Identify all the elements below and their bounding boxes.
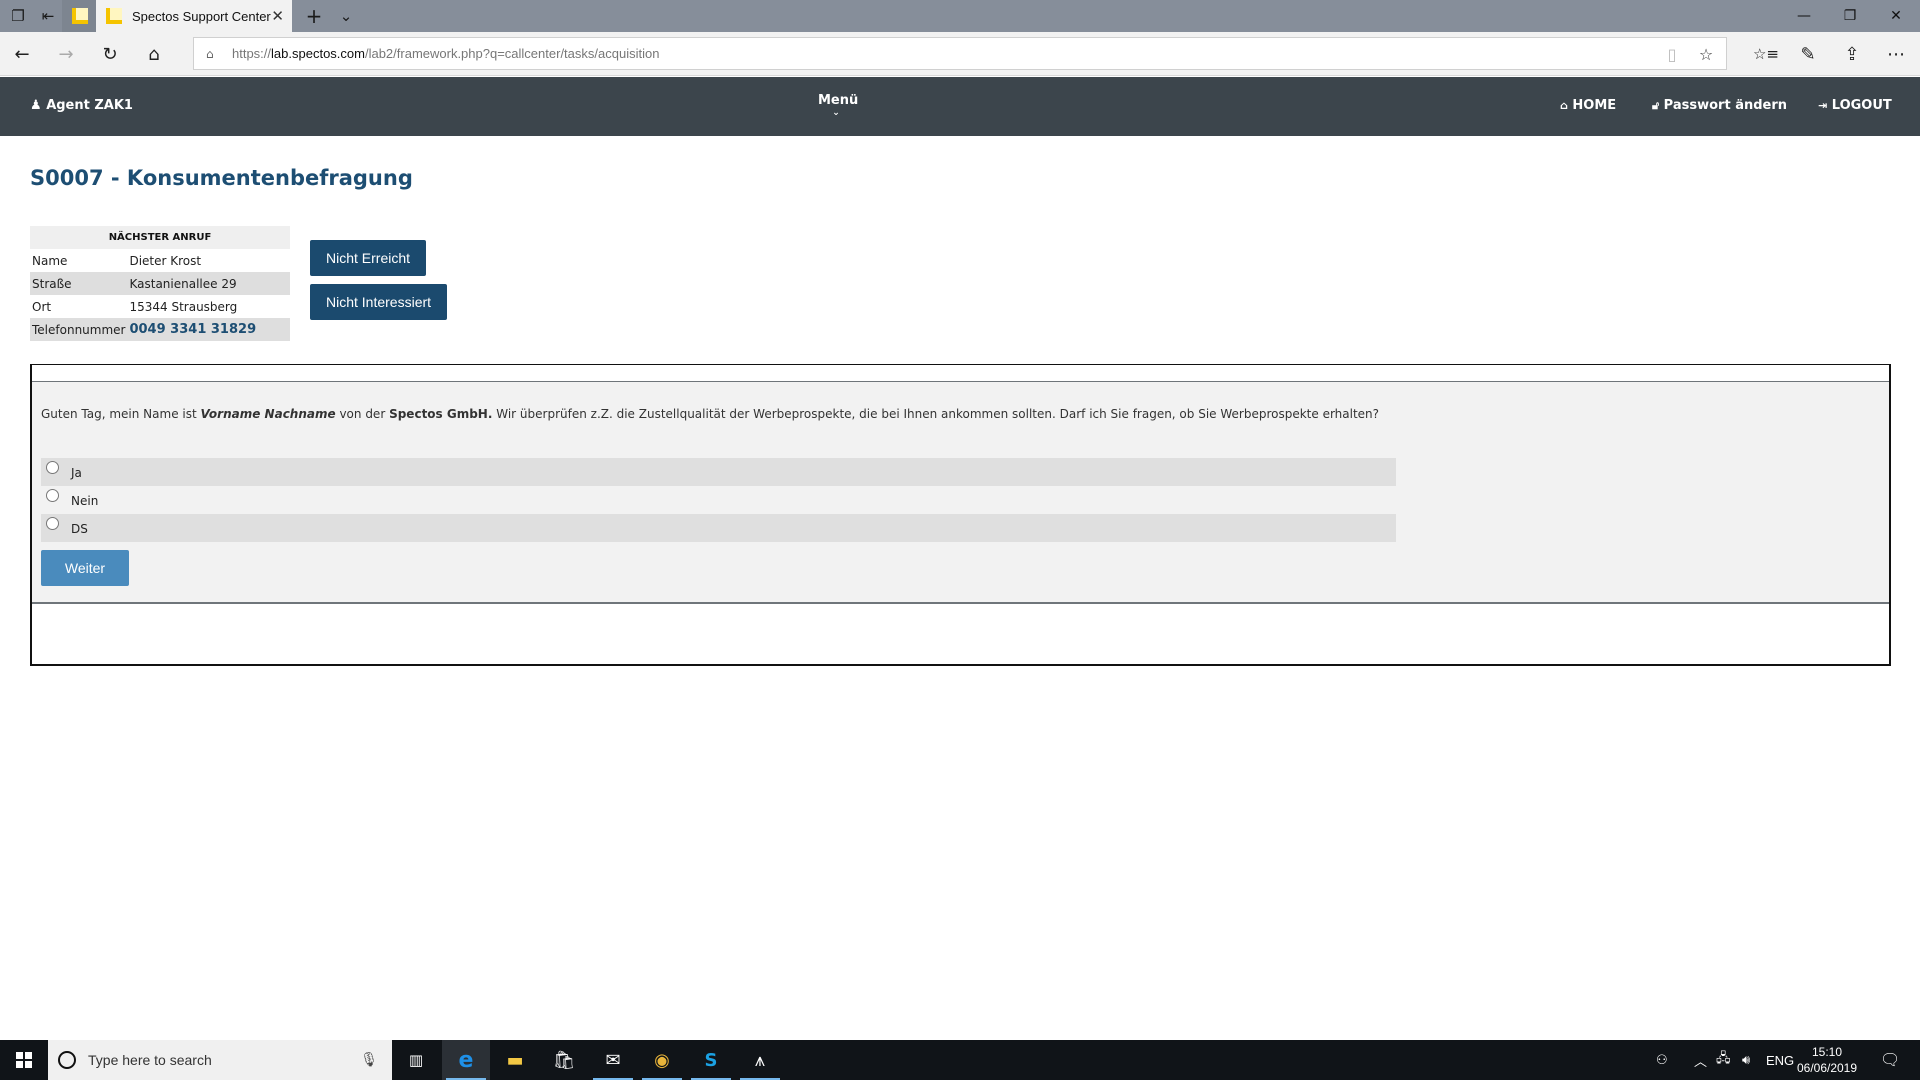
chrome-icon[interactable]: ◉ (638, 1040, 686, 1080)
restore-button[interactable]: ❐ (1827, 0, 1873, 32)
row-label: Straße (30, 272, 128, 295)
volume-icon[interactable]: 🔊︎ (1742, 1040, 1750, 1080)
home-button[interactable]: ⌂ (134, 32, 174, 76)
url-text: https://lab.spectos.com/lab2/framework.p… (232, 46, 660, 61)
logout-icon: ⇥ (1818, 99, 1828, 112)
table-row: Ort 15344 Strausberg (30, 295, 290, 318)
network-icon[interactable]: 🖧︎ (1716, 1040, 1731, 1080)
row-value: Kastanienallee 29 (127, 272, 290, 295)
row-label: Ort (30, 295, 128, 318)
logout-link[interactable]: ⇥ LOGOUT (1818, 98, 1892, 113)
next-call-header: NÄCHSTER ANRUF (30, 226, 290, 249)
app-icon[interactable]: ⩚ (736, 1040, 784, 1080)
change-password-link[interactable]: 🔓︎ Passwort ändern (1652, 98, 1787, 113)
microphone-icon[interactable]: 🎙︎ (360, 1052, 378, 1068)
file-explorer-icon[interactable]: ▬ (491, 1040, 539, 1080)
next-button[interactable]: Weiter (41, 550, 129, 586)
people-icon[interactable]: ⚇ (1656, 1040, 1668, 1080)
address-bar[interactable]: ⌂ https://lab.spectos.com/lab2/framework… (193, 37, 1727, 70)
forward-button[interactable]: → (46, 32, 86, 76)
tab-title: Spectos Support Center (132, 8, 271, 24)
row-value: Dieter Krost (127, 249, 290, 272)
option-nein[interactable]: Nein (41, 486, 1396, 514)
refresh-button[interactable]: ↻ (90, 32, 130, 76)
page-title: S0007 - Konsumentenbefragung (30, 166, 413, 190)
share-icon[interactable]: ⇪ (1832, 32, 1872, 76)
option-label: DS (71, 522, 88, 536)
cortana-icon (58, 1051, 76, 1069)
minimize-button[interactable]: — (1781, 0, 1827, 32)
clock[interactable]: 15:10 06/06/2019 (1796, 1044, 1858, 1076)
edge-icon[interactable]: e (442, 1040, 490, 1080)
radio-ds[interactable] (46, 517, 59, 530)
browser-toolbar: ← → ↻ ⌂ ⌂ https://lab.spectos.com/lab2/f… (0, 32, 1920, 76)
pinned-tab[interactable] (62, 0, 98, 32)
clock-time: 15:10 (1811, 1045, 1843, 1059)
lock-icon: ⌂ (206, 46, 214, 61)
next-call-table: NÄCHSTER ANRUF Name Dieter Krost Straße … (30, 226, 290, 341)
start-button[interactable] (0, 1040, 48, 1080)
option-label: Nein (71, 494, 99, 508)
action-center-icon[interactable]: 🗨︎ (1880, 1040, 1900, 1080)
option-ds[interactable]: DS (41, 514, 1396, 542)
survey-question: Guten Tag, mein Name ist Vorname Nachnam… (41, 407, 1380, 421)
option-label: Ja (71, 466, 82, 480)
language-indicator[interactable]: ENG (1766, 1040, 1794, 1080)
favorites-hub-icon[interactable]: ☆≡ (1746, 32, 1786, 76)
row-label: Name (30, 249, 128, 272)
app-navbar: ♟ Agent ZAK1 Menü ⌄ ⌂ HOME 🔓︎ Passwort ä… (0, 77, 1920, 136)
mail-icon[interactable]: ✉ (589, 1040, 637, 1080)
search-placeholder: Type here to search (88, 1052, 212, 1068)
favorite-star-icon[interactable]: ☆ (1690, 38, 1722, 71)
spectos-favicon-icon (106, 8, 122, 24)
tab-close-icon[interactable]: ✕ (271, 7, 284, 25)
phone-number[interactable]: 0049 3341 31829 (127, 318, 290, 341)
radio-ja[interactable] (46, 461, 59, 474)
store-icon[interactable]: 🛍︎ (540, 1040, 588, 1080)
show-hidden-icons-chevron[interactable]: ︿ (1694, 1040, 1707, 1080)
agent-label: ♟ Agent ZAK1 (30, 98, 133, 113)
taskbar-search[interactable]: Type here to search 🎙︎ (48, 1040, 392, 1080)
row-value: 15344 Strausberg (127, 295, 290, 318)
task-view-icon[interactable]: ▥ (392, 1040, 440, 1080)
reading-view-icon[interactable]: ▯ (1656, 38, 1688, 71)
option-ja[interactable]: Ja (41, 458, 1396, 486)
more-icon[interactable]: ⋯ (1876, 32, 1916, 76)
radio-nein[interactable] (46, 489, 59, 502)
user-icon: ♟ (30, 98, 42, 113)
survey-panel: Guten Tag, mein Name ist Vorname Nachnam… (32, 381, 1889, 604)
not-interested-button[interactable]: Nicht Interessiert (310, 284, 448, 320)
back-button[interactable]: ← (2, 32, 42, 76)
window-close-button[interactable]: ✕ (1873, 0, 1919, 32)
tab-list-chevron-icon[interactable]: ⌄ (328, 0, 364, 32)
row-label: Telefonnummer (30, 318, 128, 341)
survey-container: Guten Tag, mein Name ist Vorname Nachnam… (30, 364, 1891, 666)
browser-tab-active[interactable]: Spectos Support Center ✕ (96, 0, 292, 32)
skype-icon[interactable]: S (687, 1040, 735, 1080)
windows-logo-icon (16, 1052, 32, 1068)
spectos-logo-icon (72, 8, 88, 24)
home-icon: ⌂ (1560, 99, 1568, 112)
chevron-down-icon: ⌄ (832, 108, 840, 118)
home-link[interactable]: ⌂ HOME (1560, 98, 1616, 113)
new-tab-button[interactable]: + (296, 0, 332, 32)
table-row: Straße Kastanienallee 29 (30, 272, 290, 295)
set-aside-tabs-icon[interactable]: ⇤ (30, 0, 66, 32)
notes-pen-icon[interactable]: ✎ (1788, 32, 1828, 76)
unlock-icon: 🔓︎ (1652, 99, 1660, 112)
table-row: Name Dieter Krost (30, 249, 290, 272)
table-row: Telefonnummer 0049 3341 31829 (30, 318, 290, 341)
windows-taskbar: Type here to search 🎙︎ ▥ e ▬ 🛍︎ ✉ ◉ S ⩚ … (0, 1040, 1920, 1080)
browser-tab-bar: ❐ ⇤ Spectos Support Center ✕ + ⌄ — ❐ ✕ (0, 0, 1920, 32)
not-reached-button[interactable]: Nicht Erreicht (310, 240, 427, 276)
menu-dropdown[interactable]: Menü ⌄ (818, 93, 858, 118)
clock-date: 06/06/2019 (1796, 1061, 1858, 1075)
